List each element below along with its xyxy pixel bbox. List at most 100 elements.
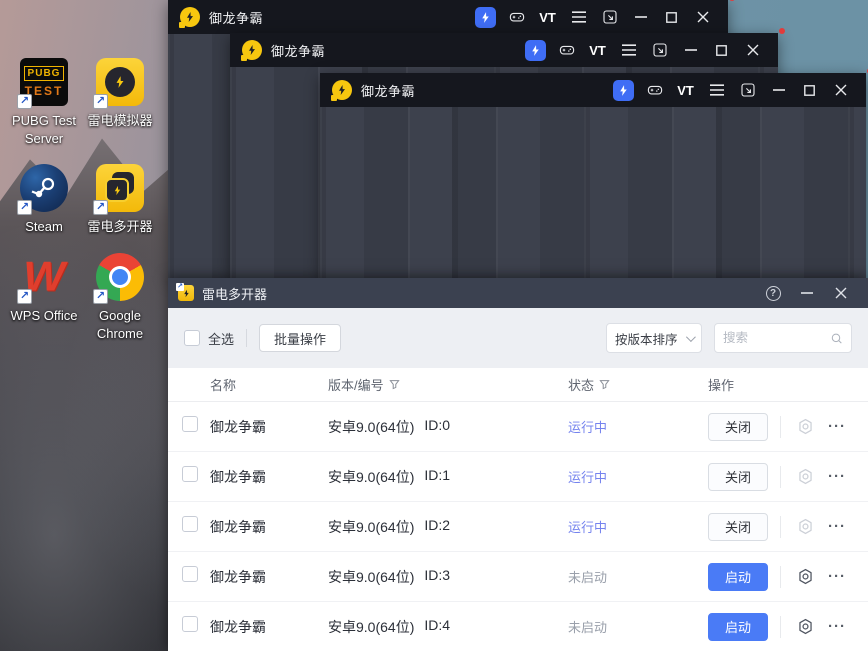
desktop-icon-google-chrome[interactable]: ↗ Google Chrome xyxy=(82,252,158,343)
menu-button[interactable] xyxy=(613,33,644,67)
header-version: 版本/编号 xyxy=(328,375,568,394)
emulator-titlebar[interactable]: 御龙争霸 VT xyxy=(230,28,785,67)
fullscreen-button[interactable] xyxy=(732,73,763,107)
help-button[interactable]: ? xyxy=(756,278,790,308)
vt-label: VT xyxy=(677,82,694,98)
row-checkbox[interactable] xyxy=(182,516,198,532)
vt-button[interactable]: VT xyxy=(532,0,735,34)
vt-button[interactable]: VT xyxy=(582,28,785,67)
manager-window-title: 雷电多开器 xyxy=(202,286,268,302)
row-checkbox[interactable] xyxy=(182,566,198,582)
gamepad-button[interactable] xyxy=(501,0,532,34)
icon-label: Google Chrome xyxy=(96,307,144,341)
instance-action-button[interactable]: 关闭 xyxy=(708,462,768,491)
sort-select[interactable]: 按版本排序 xyxy=(606,323,702,353)
settings-gear-icon[interactable] xyxy=(794,417,816,436)
emulator-titlebar[interactable]: 御龙争霸 VT xyxy=(168,0,735,34)
close-icon xyxy=(747,44,758,56)
settings-gear-icon[interactable] xyxy=(794,467,816,486)
icon-label: PUBG Test Server xyxy=(11,113,77,147)
instance-version: 安卓9.0(64位) ID:2 xyxy=(328,516,451,535)
row-checkbox[interactable] xyxy=(182,616,198,632)
select-all-checkbox[interactable] xyxy=(184,330,200,346)
multi-opener-app-icon: ↗ xyxy=(176,283,194,301)
gamepad-icon xyxy=(509,12,524,22)
desktop-icon-ld-multi-opener[interactable]: ↗ 雷电多开器 xyxy=(82,164,158,236)
window-title: 御龙争霸 xyxy=(209,10,264,26)
instance-action-button[interactable]: 关闭 xyxy=(708,412,768,441)
instance-version: 安卓9.0(64位) ID:1 xyxy=(328,466,451,485)
more-options-button[interactable]: ··· xyxy=(828,419,846,434)
row-divider xyxy=(780,465,781,488)
fullscreen-icon xyxy=(652,43,667,57)
emulator-titlebar[interactable]: 御龙争霸 VT xyxy=(320,68,868,107)
ldplayer-logo-icon xyxy=(241,40,262,61)
close-button[interactable] xyxy=(824,278,858,308)
desktop-icon-pubg-test-server[interactable]: PUBG TEST ↗ PUBG Test Server xyxy=(6,58,82,148)
gamepad-button[interactable] xyxy=(639,73,670,107)
close-button[interactable] xyxy=(687,0,718,34)
toolbar-divider xyxy=(246,329,248,347)
shortcut-arrow-icon: ↗ xyxy=(17,288,32,304)
menu-button[interactable] xyxy=(563,0,594,34)
settings-gear-icon[interactable] xyxy=(794,567,816,586)
maximize-button[interactable] xyxy=(706,33,737,67)
row-checkbox[interactable] xyxy=(182,416,198,432)
batch-operations-button[interactable]: 批量操作 xyxy=(259,324,342,352)
more-options-button[interactable]: ··· xyxy=(828,569,846,584)
boost-button[interactable] xyxy=(608,73,639,107)
instance-row: 御龙争霸 安卓9.0(64位) ID:3 未启动 启动 ··· xyxy=(168,552,868,602)
row-divider xyxy=(780,565,781,588)
row-divider xyxy=(780,615,781,638)
instance-action-button[interactable]: 关闭 xyxy=(708,512,768,541)
pubg-icon-wordmark: PUBG xyxy=(23,66,65,81)
instance-version: 安卓9.0(64位) ID:3 xyxy=(328,566,451,585)
boost-lightning-icon xyxy=(525,39,546,61)
sort-selected-value: 按版本排序 xyxy=(615,332,678,347)
close-button[interactable] xyxy=(737,33,768,67)
header-actions: 操作 xyxy=(708,378,735,393)
desktop-icon-steam[interactable]: ↗ Steam xyxy=(6,164,82,236)
chevron-down-icon xyxy=(685,331,696,342)
boost-button[interactable] xyxy=(470,0,501,34)
desktop-icon-wps-office[interactable]: W ↗ WPS Office xyxy=(6,253,82,343)
row-checkbox[interactable] xyxy=(182,466,198,482)
fullscreen-button[interactable] xyxy=(594,0,625,34)
maximize-button[interactable] xyxy=(656,0,687,34)
maximize-icon xyxy=(666,11,677,23)
minimize-button[interactable] xyxy=(675,33,706,67)
close-button[interactable] xyxy=(825,73,856,107)
menu-button[interactable] xyxy=(701,73,732,107)
instance-name: 御龙争霸 xyxy=(210,518,266,535)
fullscreen-button[interactable] xyxy=(644,33,675,67)
more-options-button[interactable]: ··· xyxy=(828,519,846,534)
more-options-button[interactable]: ··· xyxy=(828,469,846,484)
close-icon xyxy=(835,287,847,299)
multi-instance-manager-window: ↗ 雷电多开器 ? 全选 批量操作 按版本排序 名称 版本/编号 xyxy=(168,278,868,651)
more-options-button[interactable]: ··· xyxy=(828,619,846,634)
gamepad-button[interactable] xyxy=(551,33,582,67)
vt-button[interactable]: VT xyxy=(670,68,868,107)
boost-button[interactable] xyxy=(520,33,551,67)
minimize-button[interactable] xyxy=(625,0,656,34)
hamburger-icon xyxy=(709,84,724,96)
manager-titlebar[interactable]: ↗ 雷电多开器 ? xyxy=(168,278,868,308)
fullscreen-icon xyxy=(602,10,617,24)
settings-gear-icon[interactable] xyxy=(794,517,816,536)
icon-label: WPS Office xyxy=(10,307,78,323)
maximize-button[interactable] xyxy=(794,73,825,107)
instance-action-button[interactable]: 启动 xyxy=(708,612,768,641)
emulator-loading-screen xyxy=(320,107,866,278)
settings-gear-icon[interactable] xyxy=(794,617,816,636)
filter-funnel-icon[interactable] xyxy=(388,379,400,390)
desktop-icon-ld-emulator[interactable]: ↗ 雷电模拟器 xyxy=(82,58,158,148)
lightning-icon xyxy=(116,76,124,88)
maximize-icon xyxy=(804,84,815,96)
instance-action-button[interactable]: 启动 xyxy=(708,562,768,591)
minimize-button[interactable] xyxy=(790,278,824,308)
gamepad-icon xyxy=(559,45,574,55)
close-icon xyxy=(697,11,708,23)
minimize-button[interactable] xyxy=(763,73,794,107)
search-input[interactable] xyxy=(723,331,830,345)
filter-funnel-icon[interactable] xyxy=(599,379,610,390)
